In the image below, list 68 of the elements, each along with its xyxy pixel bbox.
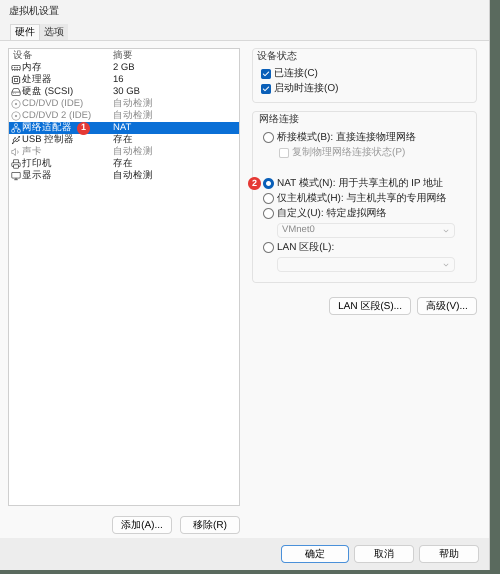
radio-button[interactable] [263,132,274,143]
dialog-button[interactable]: LAN 区段(S)... [329,297,411,315]
device-name: 声卡 [22,144,42,158]
tab[interactable]: 选项 [40,24,68,40]
radio-label: LAN 区段(L): [277,241,334,255]
device-name: CD/DVD 2 (IDE) [22,108,92,122]
device-row[interactable]: 网络适配器 1 NAT [9,122,239,134]
device-name: 内存 [22,60,42,74]
usb-icon [11,135,21,145]
radio-button[interactable] [263,242,274,253]
dialog-button[interactable]: 帮助 [419,545,479,563]
radio-button[interactable] [263,178,274,189]
speaker-icon [11,147,21,157]
device-row[interactable]: USB 控制器 存在 [9,134,239,146]
device-row[interactable]: 处理器 16 [9,74,239,86]
radio-button[interactable] [263,193,274,204]
device-name: 显示器 [22,168,52,183]
checkbox-label: 启动时连接(O) [274,82,338,96]
memory-icon [11,63,21,73]
device-summary: 自动检测 [113,144,153,158]
group-title: 设备状态 [257,50,298,64]
device-row[interactable]: 打印机 存在 [9,158,239,170]
column-header: 摘要 [113,48,133,63]
device-row[interactable]: 硬盘 (SCSI) 30 GB [9,86,239,98]
device-summary: 存在 [113,156,133,170]
dialog-button[interactable]: 确定 [281,545,349,563]
dialog-button[interactable]: 高级(V)... [417,297,477,315]
device-name: 打印机 [22,156,52,170]
drive-icon [11,87,21,97]
device-summary: 自动检测 [113,96,153,110]
radio-label: 仅主机模式(H): 与主机共享的专用网络 [277,192,446,206]
window-title: 虚拟机设置 [8,4,60,18]
chip-icon [11,75,21,85]
radio-button[interactable] [263,208,274,219]
network-icon [11,123,21,133]
device-summary: 自动检测 [113,168,153,183]
radio-label: 自定义(U): 特定虚拟网络 [277,206,386,221]
device-row[interactable]: 内存 2 GB [9,62,239,74]
device-name: CD/DVD (IDE) [22,96,84,111]
group-title: 网络连接 [259,112,300,127]
checkbox[interactable] [261,84,271,94]
checkbox-label: 已连接(C) [274,66,318,81]
disc-icon [11,111,21,121]
device-name: USB 控制器 [22,132,74,146]
radio-label: 桥接模式(B): 直接连接物理网络 [277,130,416,145]
disc-icon [11,99,21,109]
monitor-icon [11,171,21,181]
device-name: 网络适配器 [22,120,72,134]
dialog-button[interactable]: 取消 [354,545,414,563]
device-summary: 2 GB [113,60,135,75]
checkbox-label: 复制物理网络连接状态(P) [292,146,406,160]
device-summary: 16 [113,72,124,87]
device-row[interactable]: 显示器 自动检测 [9,170,239,182]
device-summary: 30 GB [113,84,140,98]
checkbox[interactable] [261,68,271,78]
radio-label: NAT 模式(N): 用于共享主机的 IP 地址 [277,176,444,191]
tab[interactable]: 硬件 [10,24,40,40]
device-summary: 存在 [113,132,133,146]
dialog-button[interactable]: 添加(A)... [112,516,172,534]
device-summary: 自动检测 [113,108,153,123]
dialog-button[interactable]: 移除(R) [180,516,240,534]
device-name: 处理器 [22,72,52,86]
device-name: 硬盘 (SCSI) [22,84,74,99]
column-header: 设备 [12,48,34,62]
number-badge: 2 [248,177,261,190]
device-summary: NAT [113,120,132,134]
number-badge: 1 [77,122,90,134]
printer-icon [11,159,21,169]
